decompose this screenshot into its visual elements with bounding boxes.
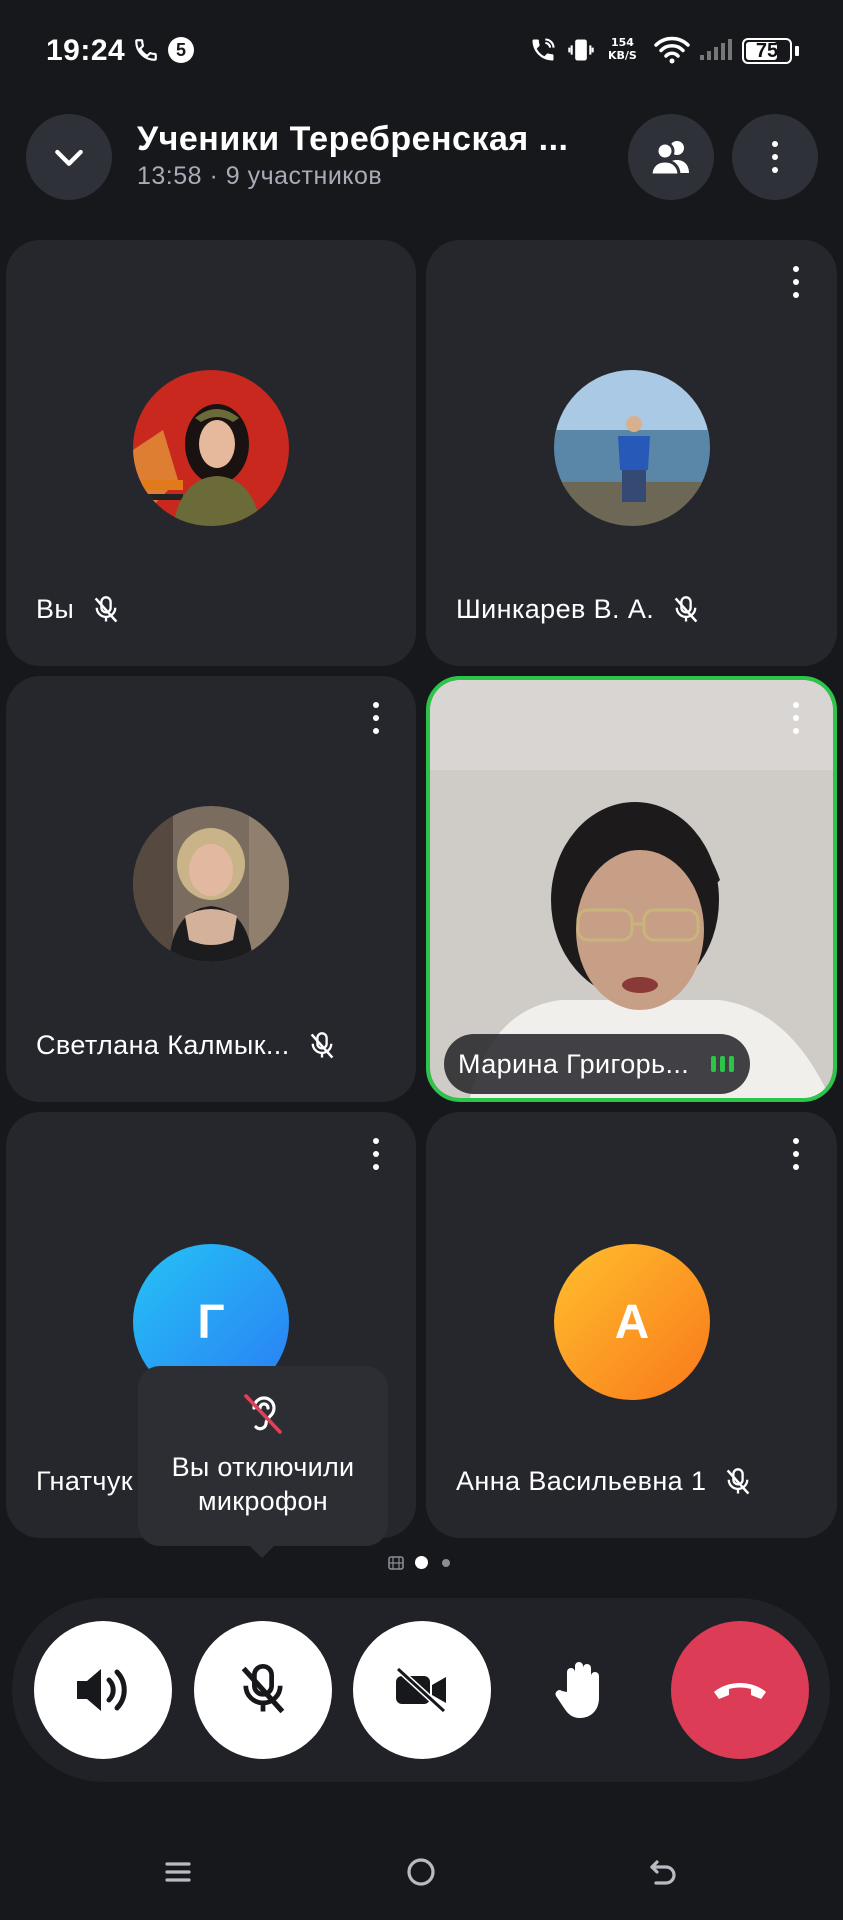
toast-message: Вы отключили микрофон	[172, 1450, 355, 1518]
participant-name-row: Гнатчук	[36, 1466, 133, 1497]
wifi-icon	[652, 34, 692, 66]
call-title: Ученики Теребренская ...	[137, 120, 569, 158]
participant-name-row: Светлана Калмык...	[36, 1030, 336, 1061]
avatar	[133, 806, 289, 962]
collapse-button[interactable]	[26, 114, 112, 200]
microphone-button[interactable]	[194, 1621, 332, 1759]
avatar	[554, 370, 710, 526]
participant-name-row: Шинкарев В. А.	[456, 594, 700, 625]
page-dot[interactable]	[442, 1559, 450, 1567]
speed-unit: KB/S	[608, 49, 637, 62]
sim-5-icon: 5	[166, 34, 196, 66]
end-call-icon	[714, 1683, 766, 1699]
end-call-button[interactable]	[671, 1621, 809, 1759]
participant-tile[interactable]: А Анна Васильевна 1	[426, 1112, 837, 1538]
signal-icon	[698, 34, 734, 66]
participant-menu-icon[interactable]	[790, 696, 802, 740]
participant-name-row: Вы	[36, 594, 120, 625]
mic-off-icon	[94, 595, 118, 622]
battery-tip	[795, 46, 799, 56]
more-vertical-icon	[769, 135, 781, 179]
participant-name: Анна Васильевна 1	[456, 1466, 707, 1496]
avatar	[133, 370, 289, 526]
participant-tile-active-speaker[interactable]: Марина Григорь...	[426, 676, 837, 1102]
more-options-button[interactable]	[732, 114, 818, 200]
speaker-button[interactable]	[34, 1621, 172, 1759]
grid-page-icon	[388, 1556, 404, 1575]
toast-line-1: Вы отключили	[171, 1452, 355, 1482]
chevron-down-icon	[55, 149, 83, 166]
home-icon[interactable]	[403, 1854, 439, 1890]
speed-value: 154	[610, 36, 634, 49]
mic-muted-toast: Вы отключили микрофон	[138, 1366, 388, 1546]
page-dot-active[interactable]	[415, 1556, 428, 1569]
network-speed: 154 KB/S	[608, 36, 637, 62]
mic-off-icon	[674, 595, 698, 622]
raise-hand-button[interactable]	[512, 1621, 650, 1759]
camera-off-icon	[395, 1666, 447, 1714]
vibrate-icon	[566, 34, 596, 66]
participant-menu-icon[interactable]	[790, 260, 802, 304]
participant-name: Светлана Калмык...	[36, 1030, 290, 1060]
toast-line-2: микрофон	[197, 1486, 328, 1516]
speaker-icon	[77, 1669, 127, 1711]
letter-avatar: А	[554, 1244, 710, 1400]
participant-name-row: Анна Васильевна 1	[456, 1466, 752, 1497]
raise-hand-icon	[555, 1662, 599, 1718]
camera-button[interactable]	[353, 1621, 491, 1759]
hearing-off-icon	[244, 1394, 282, 1434]
participant-tile[interactable]: Светлана Калмык...	[6, 676, 416, 1102]
participant-name: Гнатчук	[36, 1466, 133, 1496]
participant-menu-icon[interactable]	[370, 696, 382, 740]
participant-menu-icon[interactable]	[370, 1132, 382, 1176]
mic-off-icon	[310, 1031, 333, 1058]
participant-name-pill: Марина Григорь...	[444, 1034, 751, 1094]
participant-tile[interactable]: Шинкарев В. А.	[426, 240, 837, 666]
status-bar: 19:24 5 154 KB/S 75	[0, 0, 843, 100]
wifi-calling-icon	[528, 34, 558, 66]
participant-name: Марина Григорь...	[458, 1048, 690, 1079]
participant-name: Вы	[36, 594, 75, 624]
participant-tile-self[interactable]: Вы	[6, 240, 416, 666]
mic-off-icon	[241, 1663, 285, 1714]
phone-icon	[130, 34, 162, 66]
call-subtitle: 13:58 · 9 участников	[137, 162, 383, 190]
mic-off-icon	[727, 1467, 750, 1494]
back-icon[interactable]	[645, 1854, 681, 1890]
participants-button[interactable]	[628, 114, 714, 200]
svg-text:5: 5	[176, 40, 186, 60]
participant-name: Шинкарев В. А.	[456, 594, 655, 624]
menu-icon[interactable]	[160, 1854, 196, 1890]
battery-level: 75	[755, 40, 779, 62]
status-time: 19:24	[46, 34, 126, 67]
participants-icon	[649, 141, 689, 177]
speaking-indicator-icon	[711, 1056, 735, 1072]
battery-indicator: 75	[742, 38, 792, 64]
toast-pointer	[248, 1544, 276, 1558]
participant-menu-icon[interactable]	[790, 1132, 802, 1176]
